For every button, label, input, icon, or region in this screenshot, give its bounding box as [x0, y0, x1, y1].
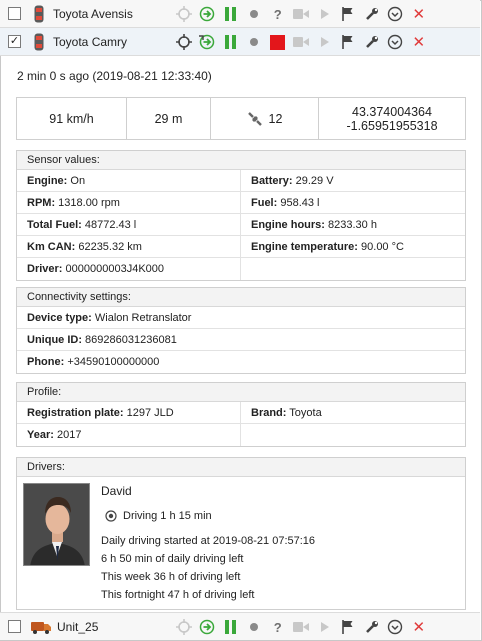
panel-title: Connectivity settings: [17, 288, 465, 307]
state-dot-icon[interactable] [243, 0, 267, 28]
truck-unit-icon [31, 618, 51, 636]
unit-row-toyota-camry[interactable]: ✓ Toyota Camry ✕ [0, 28, 480, 56]
panel-title: Drivers: [17, 458, 465, 477]
car-unit-icon [31, 5, 47, 23]
flag-icon[interactable] [337, 613, 361, 641]
delete-icon[interactable]: ✕ [407, 28, 431, 56]
connection-bars-icon[interactable] [219, 0, 243, 28]
driver-card: David Driving 1 h 15 min Daily driving s… [17, 477, 465, 609]
video-camera-icon[interactable] [290, 28, 314, 56]
video-camera-icon[interactable] [290, 0, 314, 28]
speed-value: 91 km/h [17, 98, 127, 139]
driving-status-icon [105, 510, 117, 522]
dropdown-circle-icon[interactable] [384, 613, 408, 641]
dropdown-circle-icon[interactable] [384, 0, 408, 28]
altitude-value: 29 m [127, 98, 211, 139]
send-command-icon[interactable] [196, 0, 220, 28]
connectivity-panel: Connectivity settings: Device type: Wial… [16, 287, 466, 374]
help-icon[interactable]: ? [266, 613, 290, 641]
sensor-values-panel: Sensor values: Engine: On Battery: 29.29… [16, 150, 466, 281]
locate-crosshair-icon[interactable] [172, 613, 196, 641]
unit-name[interactable]: Toyota Camry [53, 35, 183, 49]
drivers-panel: Drivers: David Driving 1 h 15 min Daily … [16, 457, 466, 610]
locate-crosshair-icon[interactable] [172, 0, 196, 28]
driver-info-line: Daily driving started at 2019-08-21 07:5… [101, 535, 316, 547]
flag-icon[interactable] [337, 0, 361, 28]
dropdown-circle-icon[interactable] [384, 28, 408, 56]
driver-status: Driving 1 h 15 min [105, 510, 212, 522]
coordinates-cell: 43.374004364 -1.65951955318 [319, 98, 465, 139]
checkbox-check-mark: ✓ [9, 35, 20, 47]
help-icon[interactable]: ? [266, 0, 290, 28]
satellites-count: 12 [268, 111, 283, 126]
play-track-icon[interactable] [313, 0, 337, 28]
table-row: Km CAN: 62235.32 km Engine temperature: … [17, 236, 465, 258]
unit-info-panel: 2 min 0 s ago (2019-08-21 12:33:40) 91 k… [0, 57, 480, 613]
unit-checkbox[interactable] [8, 7, 21, 20]
alarm-square-icon[interactable] [266, 28, 290, 56]
wrench-icon[interactable] [360, 0, 384, 28]
panel-title: Profile: [17, 383, 465, 402]
last-message-time: 2 min 0 s ago (2019-08-21 12:33:40) [17, 69, 212, 83]
table-row: Year: 2017 [17, 424, 465, 446]
wrench-icon[interactable] [360, 613, 384, 641]
unit-checkbox[interactable] [8, 620, 21, 633]
connection-bars-icon[interactable] [219, 613, 243, 641]
table-row: Unique ID: 869286031236081 [17, 329, 465, 351]
panel-title: Sensor values: [17, 151, 465, 170]
locate-crosshair-icon[interactable] [172, 28, 196, 56]
profile-panel: Profile: Registration plate: 1297 JLD Br… [16, 382, 466, 447]
send-command-icon[interactable] [196, 613, 220, 641]
satellite-icon [247, 111, 263, 127]
unit-row-toyota-avensis[interactable]: Toyota Avensis ? ✕ [0, 0, 480, 28]
flag-icon[interactable] [337, 28, 361, 56]
driver-photo [23, 483, 90, 566]
table-row: RPM: 1318.00 rpm Fuel: 958.43 l [17, 192, 465, 214]
table-row: Driver: 0000000003J4K000 [17, 258, 465, 280]
table-row: Engine: On Battery: 29.29 V [17, 170, 465, 192]
table-row: Phone: +34590100000000 [27, 356, 160, 368]
driver-name: David [101, 484, 132, 498]
driving-status-text: Driving 1 h 15 min [123, 510, 212, 522]
latitude-value: 43.374004364 [352, 104, 432, 119]
unit-name[interactable]: Unit_25 [57, 620, 187, 634]
table-row: Total Fuel: 48772.43 l Engine hours: 823… [17, 214, 465, 236]
driver-info-line: This fortnight 47 h of driving left [101, 589, 255, 601]
table-row: Device type: Wialon Retranslator [17, 307, 465, 329]
connection-bars-icon[interactable] [219, 28, 243, 56]
satellites-cell: 12 [211, 98, 319, 139]
unit-name[interactable]: Toyota Avensis [53, 7, 183, 21]
driver-info-line: This week 36 h of driving left [101, 571, 241, 583]
send-command-refresh-icon[interactable] [196, 28, 220, 56]
video-camera-icon[interactable] [290, 613, 314, 641]
driver-info-line: 6 h 50 min of daily driving left [101, 553, 244, 565]
state-dot-icon[interactable] [243, 613, 267, 641]
delete-icon[interactable]: ✕ [407, 613, 431, 641]
longitude-value: -1.65951955318 [346, 118, 438, 133]
state-dot-icon[interactable] [243, 28, 267, 56]
delete-icon[interactable]: ✕ [407, 0, 431, 28]
wrench-icon[interactable] [360, 28, 384, 56]
unit-row-unit-25[interactable]: Unit_25 ? ✕ [0, 612, 480, 640]
stats-bar: 91 km/h 29 m 12 43.374004364 -1.65951955… [16, 97, 466, 140]
car-unit-icon [31, 33, 47, 51]
play-track-icon[interactable] [313, 613, 337, 641]
unit-checkbox[interactable]: ✓ [8, 35, 21, 48]
table-row: Registration plate: 1297 JLD Brand: Toyo… [17, 402, 465, 424]
play-track-icon[interactable] [313, 28, 337, 56]
